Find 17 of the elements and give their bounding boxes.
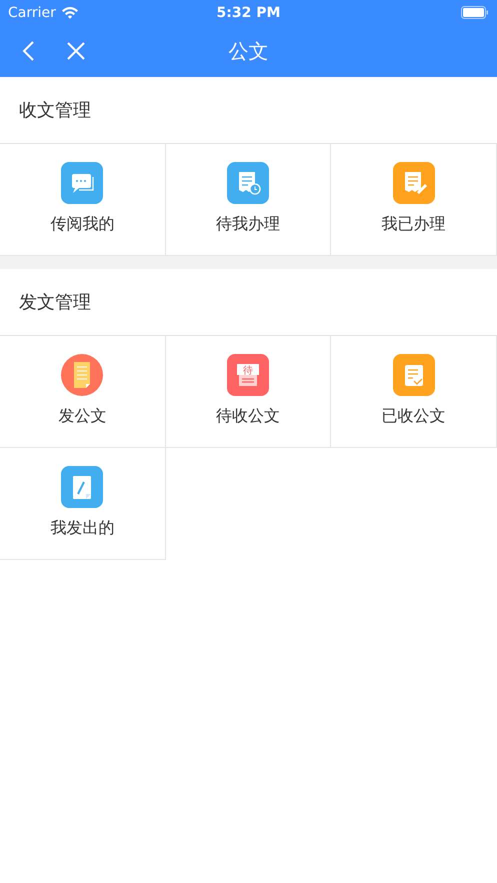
section-title: 收文管理	[19, 99, 91, 122]
status-time: 5:32 PM	[216, 4, 280, 20]
menu-item[interactable]: 我发出的	[0, 448, 166, 560]
wifi-icon	[60, 6, 79, 19]
page-title: 公文	[228, 38, 268, 64]
menu-item[interactable]: 传阅我的	[0, 144, 166, 256]
battery-icon	[461, 6, 489, 19]
menu-item[interactable]: 发公文	[0, 336, 166, 448]
menu-item[interactable]: 已收公文	[331, 336, 497, 448]
section-title: 发文管理	[19, 291, 91, 314]
menu-item[interactable]: 我已办理	[331, 144, 497, 256]
menu-item[interactable]: 待我办理	[166, 144, 332, 256]
close-icon	[66, 41, 86, 61]
menu-item[interactable]: 待 待收公文	[166, 336, 332, 448]
icon-text: 待	[242, 366, 253, 376]
carrier-label: Carrier	[8, 4, 56, 20]
back-icon	[22, 41, 36, 61]
